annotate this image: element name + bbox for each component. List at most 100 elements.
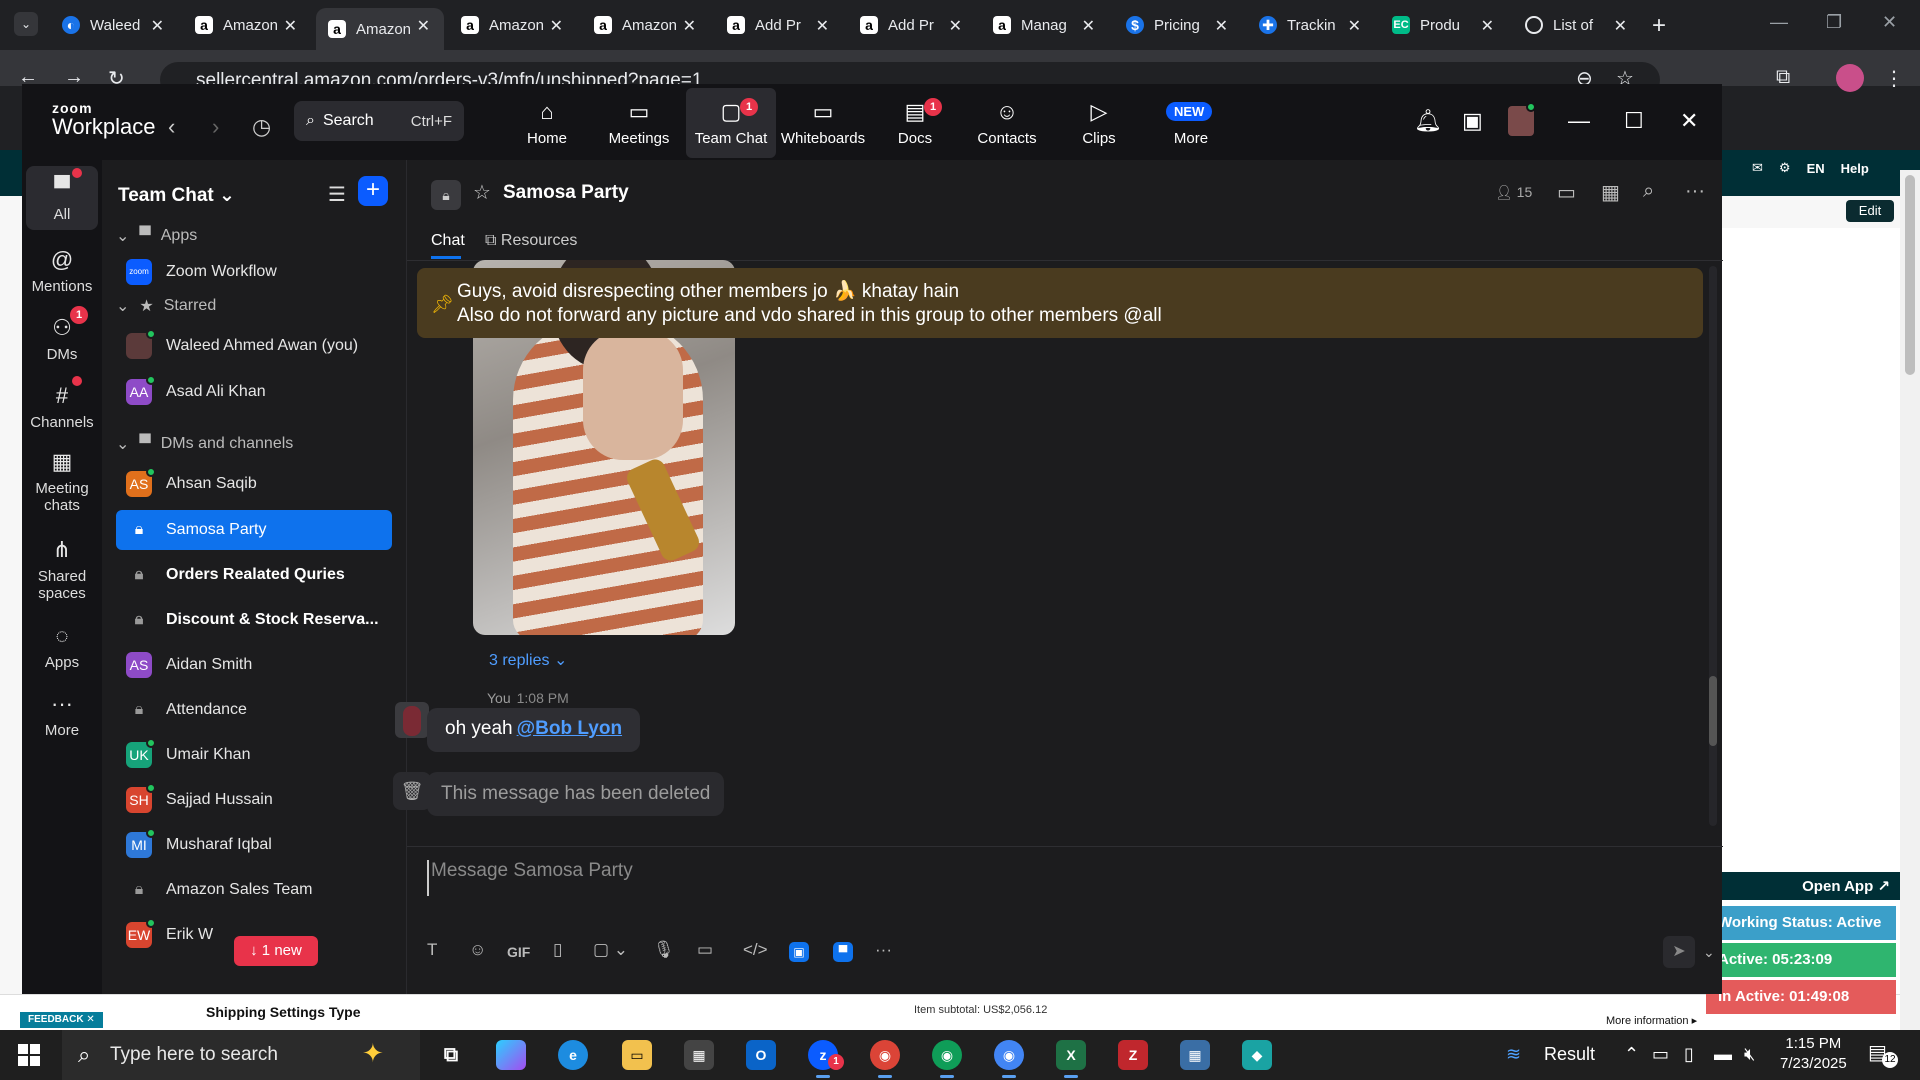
file-explorer-icon[interactable]: ▭ <box>622 1040 652 1070</box>
rail-more[interactable]: ··· More <box>26 682 98 739</box>
page-scrollbar-thumb[interactable] <box>1905 175 1915 375</box>
tab-more[interactable]: ·NEWMore <box>1146 88 1236 158</box>
tab-meetings[interactable]: ▭ Meetings <box>594 88 684 158</box>
taskbar-search[interactable]: ⌕ Type here to search ✦ <box>62 1030 420 1080</box>
sidebar-item-ahsan[interactable]: AS Ahsan Saqib <box>116 464 392 504</box>
app-diamond-icon[interactable]: ◆ <box>1242 1040 1272 1070</box>
browser-restore-icon[interactable]: ❐ <box>1826 12 1842 33</box>
browser-menu-icon[interactable]: ⋮ <box>1884 66 1904 91</box>
browser-tab[interactable]: List of ✕ <box>1513 8 1641 42</box>
browser-tab[interactable]: a Amazon ✕ <box>449 8 577 42</box>
sidebar-item-waleed[interactable]: Waleed Ahmed Awan (you) <box>116 326 392 366</box>
notifications-bell-icon[interactable]: 🔔︎ <box>1414 108 1442 134</box>
rail-meeting-chats[interactable]: ▦ Meeting chats <box>26 440 98 514</box>
calendar-icon[interactable]: ▦ <box>1601 180 1620 205</box>
rail-apps[interactable]: ◌ Apps <box>26 614 98 671</box>
chrome-icon[interactable]: ◉ <box>870 1040 900 1078</box>
tab-whiteboards[interactable]: ▭ Whiteboards <box>778 88 868 158</box>
browser-tab[interactable]: a Manag ✕ <box>981 8 1109 42</box>
zoom-app-icon[interactable]: ▣ <box>789 942 809 962</box>
replies-link[interactable]: 3 replies ⌄ <box>489 650 567 670</box>
member-count[interactable]: 👤︎ 15 <box>1495 184 1532 201</box>
tab-contacts[interactable]: ☺ Contacts <box>962 88 1052 158</box>
send-options-chevron-icon[interactable]: ⌄ <box>1703 944 1715 961</box>
browser-tab[interactable]: a Add Pr ✕ <box>715 8 843 42</box>
help-link[interactable]: Help <box>1841 161 1869 176</box>
sidebar-item-asad[interactable]: AA Asad Ali Khan <box>116 372 392 412</box>
pinned-message-banner[interactable]: 📌︎ Guys, avoid disrespecting other membe… <box>417 268 1703 338</box>
new-chat-plus-button[interactable]: + <box>358 176 388 206</box>
excel-icon[interactable]: X <box>1056 1040 1086 1078</box>
close-tab-icon[interactable]: ✕ <box>816 16 829 36</box>
feedback-tab[interactable]: FEEDBACK ✕ <box>20 1012 103 1028</box>
close-tab-icon[interactable]: ✕ <box>284 16 297 36</box>
rail-dms[interactable]: ⚇ 1 DMs <box>26 306 98 363</box>
network-icon[interactable]: ▯ <box>1684 1044 1694 1065</box>
message-input[interactable]: Message Samosa Party <box>427 860 1627 896</box>
close-tab-icon[interactable]: ✕ <box>683 16 696 36</box>
rail-channels[interactable]: # Channels <box>26 374 98 431</box>
microphone-icon[interactable]: 🎙︎ <box>653 940 675 960</box>
profile-avatar[interactable] <box>1836 64 1864 92</box>
tab-team-chat[interactable]: ▢ 1 Team Chat <box>686 88 776 158</box>
close-tab-icon[interactable]: ✕ <box>1215 16 1228 36</box>
new-tab-plus-icon[interactable]: + <box>1652 12 1666 40</box>
history-clock-icon[interactable]: ◷ <box>252 114 271 140</box>
weather-label[interactable]: Result <box>1544 1044 1595 1065</box>
tab-clips[interactable]: ▷ Clips <box>1054 88 1144 158</box>
windows-start-icon[interactable] <box>18 1044 40 1066</box>
sidebar-item-sajjad[interactable]: SH Sajjad Hussain <box>116 780 392 820</box>
chat-app-icon[interactable]: ▀ <box>833 942 853 962</box>
zoom-back-icon[interactable]: ‹ <box>168 114 175 140</box>
sidebar-item-zoom-workflow[interactable]: zoom Zoom Workflow <box>116 252 392 292</box>
close-tab-icon[interactable]: ✕ <box>151 16 164 36</box>
zoom-minimize-icon[interactable]: — <box>1568 108 1590 134</box>
sidebar-item-umair[interactable]: UK Umair Khan <box>116 735 392 775</box>
calculator-icon[interactable]: ▦ <box>1180 1040 1210 1070</box>
chrome-profile-icon[interactable]: ◉ <box>932 1040 962 1078</box>
video-call-icon[interactable]: ▭ <box>1557 180 1576 205</box>
tab-home[interactable]: ⌂ Home <box>502 88 592 158</box>
battery-icon[interactable]: ▬ <box>1714 1044 1732 1065</box>
section-apps[interactable]: ⌄ ▀ Apps <box>116 226 197 246</box>
browser-tab[interactable]: a Amazon ✕ <box>183 8 311 42</box>
settings-gear-icon[interactable]: ⚙ <box>1779 160 1791 176</box>
tab-resources[interactable]: ⧉ Resources <box>485 232 577 250</box>
rail-shared-spaces[interactable]: ⋔ Shared spaces <box>26 528 98 602</box>
channel-name[interactable]: Samosa Party <box>503 182 629 204</box>
language-selector[interactable]: EN <box>1807 161 1825 176</box>
code-snippet-icon[interactable]: </> <box>743 940 768 960</box>
mute-speaker-icon[interactable]: 🔇︎ <box>1744 1044 1755 1065</box>
task-view-icon[interactable]: ⧉ <box>436 1040 466 1070</box>
mention-link[interactable]: @Bob Lyon <box>517 718 622 739</box>
zoom-forward-icon[interactable]: › <box>212 114 219 140</box>
browser-minimize-icon[interactable]: — <box>1770 12 1788 33</box>
zoom-close-icon[interactable]: ✕ <box>1680 108 1698 134</box>
user-avatar[interactable] <box>1508 102 1536 136</box>
filezilla-icon[interactable]: Z <box>1118 1040 1148 1070</box>
close-tab-icon[interactable]: ✕ <box>1614 16 1627 36</box>
sidebar-item-samosa-party[interactable]: 🔒︎ Samosa Party <box>116 510 392 550</box>
rail-all[interactable]: ▀ All <box>26 166 98 230</box>
close-tab-icon[interactable]: ✕ <box>1481 16 1494 36</box>
browser-tab-active[interactable]: a Amazon ✕ <box>316 8 444 50</box>
close-tab-icon[interactable]: ✕ <box>1348 16 1361 36</box>
zoom-maximize-icon[interactable]: ☐ <box>1624 108 1644 134</box>
chat-scrollbar-thumb[interactable] <box>1709 676 1717 746</box>
close-tab-icon[interactable]: ✕ <box>550 16 563 36</box>
close-tab-icon[interactable]: ✕ <box>417 16 430 36</box>
message-bubble[interactable]: oh yeah @Bob Lyon <box>427 708 641 752</box>
weather-icon[interactable]: ≋ <box>1506 1044 1521 1065</box>
screenshot-icon[interactable]: ▢ ⌄ <box>593 940 628 960</box>
browser-tab[interactable]: ◐ Waleed ✕ <box>50 8 178 42</box>
browser-tab[interactable]: $ Pricing ✕ <box>1114 8 1242 42</box>
close-tab-icon[interactable]: ✕ <box>1082 16 1095 36</box>
copilot-icon[interactable] <box>496 1040 526 1070</box>
emoji-icon[interactable]: ☺ <box>469 940 486 960</box>
section-dms-channels[interactable]: ⌄ ▀ DMs and channels <box>116 434 293 454</box>
open-app-button[interactable]: Open App ↗ <box>1708 872 1900 900</box>
tab-docs[interactable]: ▤ 1 Docs <box>870 88 960 158</box>
sender-avatar[interactable] <box>395 702 429 738</box>
browser-close-icon[interactable]: ✕ <box>1882 12 1897 33</box>
search-icon[interactable]: ⌕ <box>1643 180 1654 203</box>
